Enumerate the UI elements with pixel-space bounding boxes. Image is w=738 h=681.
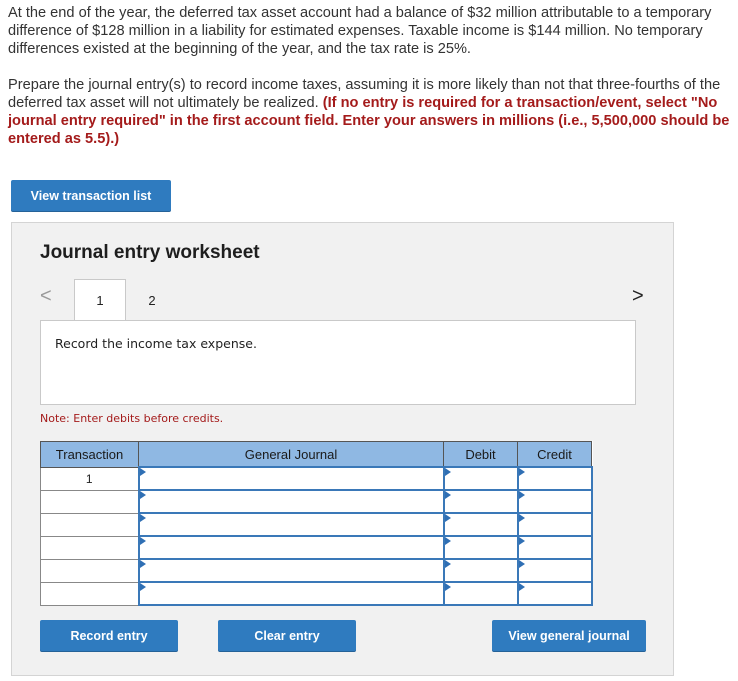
worksheet-title: Journal entry worksheet: [40, 242, 260, 263]
problem-paragraph-2: Prepare the journal entry(s) to record i…: [8, 76, 734, 148]
account-field[interactable]: [137, 512, 445, 537]
credit-field[interactable]: [516, 466, 593, 491]
chevron-right-icon[interactable]: >: [632, 285, 644, 308]
chevron-left-icon[interactable]: <: [40, 285, 52, 308]
credit-field[interactable]: [516, 558, 593, 583]
table-row: [40, 535, 593, 560]
table-row: [40, 558, 593, 583]
table-row: [40, 581, 593, 606]
header-transaction: Transaction: [40, 441, 139, 468]
clear-entry-button[interactable]: Clear entry: [218, 620, 356, 652]
transaction-cell: [40, 581, 139, 606]
credit-field[interactable]: [516, 512, 593, 537]
view-transaction-list-button[interactable]: View transaction list: [11, 180, 171, 212]
transaction-cell: [40, 489, 139, 514]
table-row: [40, 489, 593, 514]
debit-field[interactable]: [442, 535, 519, 560]
tab-2[interactable]: 2: [126, 279, 178, 321]
header-credit: Credit: [517, 441, 592, 468]
account-field[interactable]: [137, 581, 445, 606]
table-row: [40, 512, 593, 537]
debit-field[interactable]: [442, 466, 519, 491]
credit-field[interactable]: [516, 489, 593, 514]
table-row: 1: [40, 466, 593, 491]
account-field[interactable]: [137, 558, 445, 583]
record-entry-button[interactable]: Record entry: [40, 620, 178, 652]
prompt-box: Record the income tax expense.: [40, 320, 636, 405]
transaction-cell: [40, 512, 139, 537]
transaction-cell: [40, 535, 139, 560]
transaction-cell: 1: [40, 466, 139, 491]
debit-field[interactable]: [442, 512, 519, 537]
journal-table: Transaction General Journal Debit Credit…: [40, 441, 593, 606]
view-general-journal-button[interactable]: View general journal: [492, 620, 646, 652]
problem-paragraph-1: At the end of the year, the deferred tax…: [8, 5, 712, 57]
credit-field[interactable]: [516, 581, 593, 606]
header-debit: Debit: [443, 441, 518, 468]
note-text: Note: Enter debits before credits.: [40, 412, 224, 425]
journal-table-header: Transaction General Journal Debit Credit: [40, 441, 592, 468]
account-field[interactable]: [137, 535, 445, 560]
header-general-journal: General Journal: [138, 441, 444, 468]
tab-1[interactable]: 1: [74, 279, 126, 321]
debit-field[interactable]: [442, 489, 519, 514]
journal-entry-worksheet: Journal entry worksheet < 1 2 > Record t…: [11, 222, 674, 676]
debit-field[interactable]: [442, 581, 519, 606]
problem-statement: At the end of the year, the deferred tax…: [8, 4, 734, 148]
credit-field[interactable]: [516, 535, 593, 560]
account-field[interactable]: [137, 466, 445, 491]
debit-field[interactable]: [442, 558, 519, 583]
account-field[interactable]: [137, 489, 445, 514]
prompt-text: Record the income tax expense.: [55, 336, 257, 351]
transaction-cell: [40, 558, 139, 583]
